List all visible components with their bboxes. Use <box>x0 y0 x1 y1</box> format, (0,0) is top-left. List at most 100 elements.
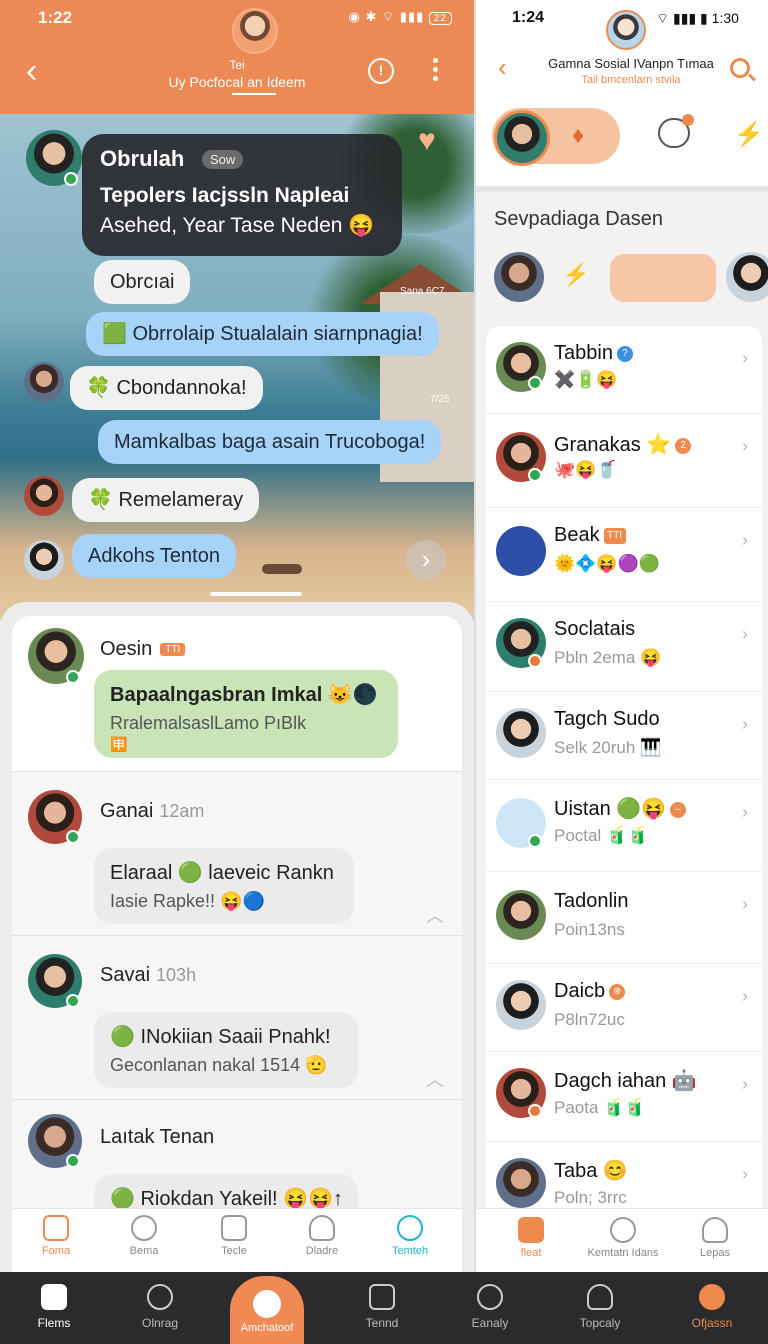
message-bubble[interactable]: 🟩 Obrrolaip Stualalain siarnpnagia! <box>86 312 439 356</box>
message-bubble[interactable]: Adkohs Tenton <box>72 534 236 578</box>
avatar[interactable] <box>496 708 546 758</box>
more-vertical-icon[interactable] <box>428 56 442 86</box>
avatar[interactable] <box>496 1158 546 1208</box>
tab-heat[interactable]: fleat <box>482 1217 580 1259</box>
tab-label: Bema <box>129 1245 159 1257</box>
message-bubble[interactable]: 🍀 Cbondannoka! <box>70 366 263 410</box>
tab-label: Olnrag <box>141 1316 179 1330</box>
pinned-message[interactable]: Obrulah Sow Tepolers Iacjssln Napleai As… <box>82 134 402 256</box>
post-card[interactable]: Bapaalngasbran Imkal 😺🌑 RralemalsaslLamo… <box>94 670 398 758</box>
tab-olnrag[interactable]: Olnrag <box>112 1284 208 1330</box>
person-icon <box>587 1284 613 1310</box>
chevron-right-icon[interactable]: › <box>742 894 748 915</box>
chevron-right-icon[interactable]: › <box>742 1164 748 1185</box>
info-icon[interactable]: ! <box>368 58 394 84</box>
tab-contacts[interactable]: Kemtatn Idans <box>574 1217 672 1259</box>
message-time: Sana 6C7 <box>400 286 445 297</box>
chat-bubble-icon[interactable] <box>658 114 694 148</box>
tab-label: Tecle <box>221 1245 247 1257</box>
list-item[interactable]: Oesin TTI Bapaalngasbran Imkal 😺🌑 Rralema… <box>12 616 462 772</box>
contact-name: Tadonlin <box>554 890 629 912</box>
post-subtitle: RralemalsaslLamo PıBlk <box>110 713 307 733</box>
list-item[interactable]: Daicb ⊕ P8ln72uc › <box>486 964 762 1052</box>
contact-meta: Selk 20ruh 🎹 <box>554 738 662 757</box>
center-action-button[interactable]: Amchatoof <box>230 1276 304 1344</box>
tab-eanaly[interactable]: Eanaly <box>442 1284 538 1330</box>
tab-temteh[interactable]: Temteh <box>370 1215 450 1257</box>
list-item[interactable]: Tadonlin Poin13ns › <box>486 872 762 964</box>
list-item[interactable]: Uistan 🟢😝 – Poctal 🧃🧃 › <box>486 780 762 872</box>
chevron-right-icon[interactable]: › <box>742 624 748 645</box>
profile-avatar[interactable] <box>606 10 646 50</box>
person-filled-icon <box>699 1284 725 1310</box>
chevron-right-icon[interactable]: › <box>742 802 748 823</box>
story-avatar[interactable] <box>726 252 768 302</box>
contact-name: Beak TTI <box>554 524 626 547</box>
contact-name: Uistan 🟢😝 – <box>554 796 687 821</box>
contact-name: Granakas ⭐ 2 <box>554 432 692 457</box>
chevron-right-icon[interactable]: › <box>406 540 446 580</box>
tab-home[interactable]: Foma <box>16 1215 96 1257</box>
story-avatar[interactable] <box>494 252 544 302</box>
contact-avatar[interactable] <box>232 8 278 54</box>
tab-label: fleat <box>520 1247 542 1259</box>
list-item[interactable]: Dagch iahan 🤖 Paota 🧃🧃 › <box>486 1052 762 1142</box>
chevron-right-icon[interactable]: › <box>742 348 748 369</box>
tab-flems[interactable]: Flems <box>6 1284 102 1330</box>
chevron-right-icon[interactable]: › <box>742 714 748 735</box>
avatar[interactable] <box>24 362 64 402</box>
avatar[interactable] <box>24 476 64 516</box>
chevron-up-icon[interactable]: ︿ <box>426 902 444 928</box>
tab-bema[interactable]: Bema <box>104 1215 184 1257</box>
chevron-right-icon[interactable]: › <box>742 436 748 457</box>
status-indicator <box>528 1104 542 1118</box>
story-sticker[interactable] <box>610 254 716 302</box>
house-icon <box>43 1215 69 1241</box>
author-name: Laıtak Tenan <box>100 1126 215 1148</box>
status-time: 1:24 <box>512 9 545 26</box>
post-card[interactable]: 🟢 INokiian Saaii Pnahk! Geconlanan nakal… <box>94 1012 358 1088</box>
search-icon[interactable] <box>730 58 750 78</box>
tab-tennd[interactable]: Tennd <box>334 1284 430 1330</box>
chevron-right-icon[interactable]: › <box>742 530 748 551</box>
status-icons: ⌔ ▮▮▮ ▮ 1:30 <box>656 10 739 26</box>
back-chevron-icon[interactable]: ‹ <box>498 52 507 83</box>
contact-name: Tagch Sudo <box>554 708 660 730</box>
list-item[interactable]: Ganai 12am Elaraal 🟢 laeveic Rankn Iasie … <box>12 772 462 936</box>
tab-dladre[interactable]: Dladre <box>282 1215 362 1257</box>
tab-label: Flems <box>37 1316 71 1330</box>
avatar[interactable] <box>496 980 546 1030</box>
message-bubble[interactable]: Mamkalbas baga asain Trucoboga! <box>98 420 442 464</box>
message-bubble[interactable]: Obrcıai <box>94 260 191 304</box>
list-item[interactable]: Tagch Sudo Selk 20ruh 🎹 › <box>486 692 762 780</box>
battery-icon: 22 <box>428 12 452 25</box>
online-indicator <box>66 670 80 684</box>
contact-meta: 🐙😝🥤 <box>554 460 618 479</box>
chevron-up-icon[interactable]: ︿ <box>426 1066 444 1092</box>
chevron-right-icon[interactable]: › <box>742 986 748 1007</box>
avatar[interactable] <box>24 540 64 580</box>
list-item[interactable]: Savai 103h 🟢 INokiian Saaii Pnahk! Geconl… <box>12 936 462 1100</box>
star-avatar[interactable] <box>496 526 546 576</box>
avatar[interactable] <box>496 890 546 940</box>
post-card[interactable]: Elaraal 🟢 laeveic Rankn Iasie Rapke!! 😝🔵 <box>94 848 354 924</box>
people-icon <box>610 1217 636 1243</box>
tab-ofjassn[interactable]: Ofjassn <box>664 1284 760 1330</box>
chevron-right-icon[interactable]: › <box>742 1074 748 1095</box>
tab-lepas[interactable]: Lepas <box>666 1217 764 1259</box>
back-chevron-icon[interactable]: ‹ <box>26 54 37 88</box>
message-bubble[interactable]: 🍀 Remelameray <box>72 478 259 522</box>
list-item[interactable]: Granakas ⭐ 2 🐙😝🥤 › <box>486 414 762 508</box>
contact-list: Tabbin? ✖️🔋😝 › Granakas ⭐ 2 🐙😝🥤 › Beak TTI… <box>486 326 762 1272</box>
message-time: 7/25 <box>430 394 450 405</box>
avatar[interactable] <box>494 110 550 166</box>
heart-icon[interactable]: ♥ <box>418 126 450 156</box>
list-item[interactable]: Tabbin? ✖️🔋😝 › <box>486 326 762 414</box>
list-item[interactable]: Soclatais Pbln 2ema 😝 › <box>486 602 762 692</box>
list-item[interactable]: Beak TTI 🌞💠😝🟣🟢 › <box>486 508 762 602</box>
tab-tecle[interactable]: Tecle <box>194 1215 274 1257</box>
lightning-icon[interactable]: ⚡ <box>734 120 764 149</box>
sheet-handle[interactable] <box>210 592 302 596</box>
tab-topcaly[interactable]: Topcaly <box>552 1284 648 1330</box>
bird-icon <box>253 1290 281 1318</box>
